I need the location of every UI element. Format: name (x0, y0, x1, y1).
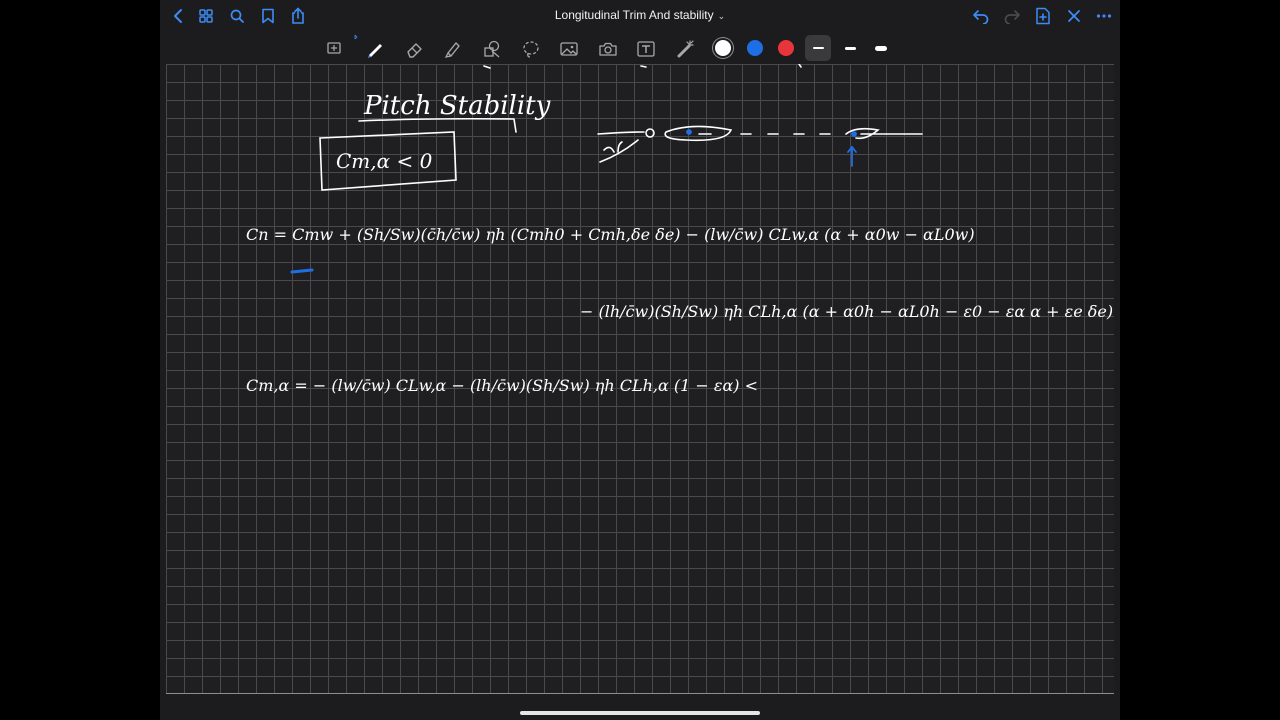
heading-text: Pitch Stability (363, 91, 551, 121)
highlighter-tool-icon[interactable] (441, 37, 465, 61)
notes-app: Longitudinal Trim And stability ⌄ Pitch … (160, 0, 1120, 720)
read-only-icon[interactable] (324, 38, 344, 58)
home-indicator[interactable] (520, 711, 760, 715)
medium-stroke-icon (844, 46, 856, 50)
bluetooth-pen-icon (353, 34, 359, 40)
thin-stroke-icon (812, 47, 824, 49)
color-swatch-red[interactable] (778, 40, 794, 56)
add-page-icon[interactable] (1033, 6, 1053, 26)
trim-equation-line-1: Cn = Cmw + (Sh/Sw)(c̄h/c̄w) ηh (Cmh0 + C… (246, 225, 975, 244)
shapes-tool-icon[interactable] (480, 37, 504, 61)
handwritten-ink-layer: Pitch Stability Cm,α < 0 Cn = Cmw + (Sh/… (246, 64, 1114, 395)
document-title-text: Longitudinal Trim And stability (554, 8, 714, 22)
trim-equation-line-2: − (lh/c̄w)(Sh/Sw) ηh CLh,α (α + α0h − αL… (580, 302, 1114, 321)
stroke-width-thick-button[interactable] (868, 35, 894, 61)
navigation-bar: Longitudinal Trim And stability ⌄ (160, 0, 1120, 32)
aircraft-sketch-blue (686, 129, 857, 167)
pen-tool-icon[interactable] (363, 37, 387, 61)
stability-equation: Cm,α = − (lw/c̄w) CLw,α − (lh/c̄w)(Sh/Sw… (246, 376, 758, 395)
redo-icon[interactable] (1002, 6, 1022, 26)
text-tool-icon[interactable] (634, 37, 658, 61)
boxed-condition-text: Cm,α < 0 (336, 149, 433, 173)
eraser-tool-icon[interactable] (403, 37, 427, 61)
boxed-condition-ink: Cm,α < 0 (319, 131, 457, 191)
tool-bar (160, 32, 1120, 64)
blue-mark (290, 268, 314, 274)
close-icon[interactable] (1064, 6, 1084, 26)
more-icon[interactable] (1094, 6, 1114, 26)
lasso-tool-icon[interactable] (519, 37, 543, 61)
undo-icon[interactable] (971, 6, 991, 26)
camera-tool-icon[interactable] (596, 37, 620, 61)
heading-ink: Pitch Stability (358, 91, 551, 133)
aircraft-sketch (597, 125, 923, 163)
thick-stroke-icon (875, 45, 887, 51)
color-swatch-blue[interactable] (747, 40, 763, 56)
laser-pointer-icon[interactable] (673, 37, 697, 61)
stroke-width-thin-button[interactable] (805, 35, 831, 61)
stroke-width-medium-button[interactable] (837, 35, 863, 61)
image-tool-icon[interactable] (557, 37, 581, 61)
color-swatch-white[interactable] (715, 40, 731, 56)
chevron-down-icon: ⌄ (717, 11, 726, 21)
